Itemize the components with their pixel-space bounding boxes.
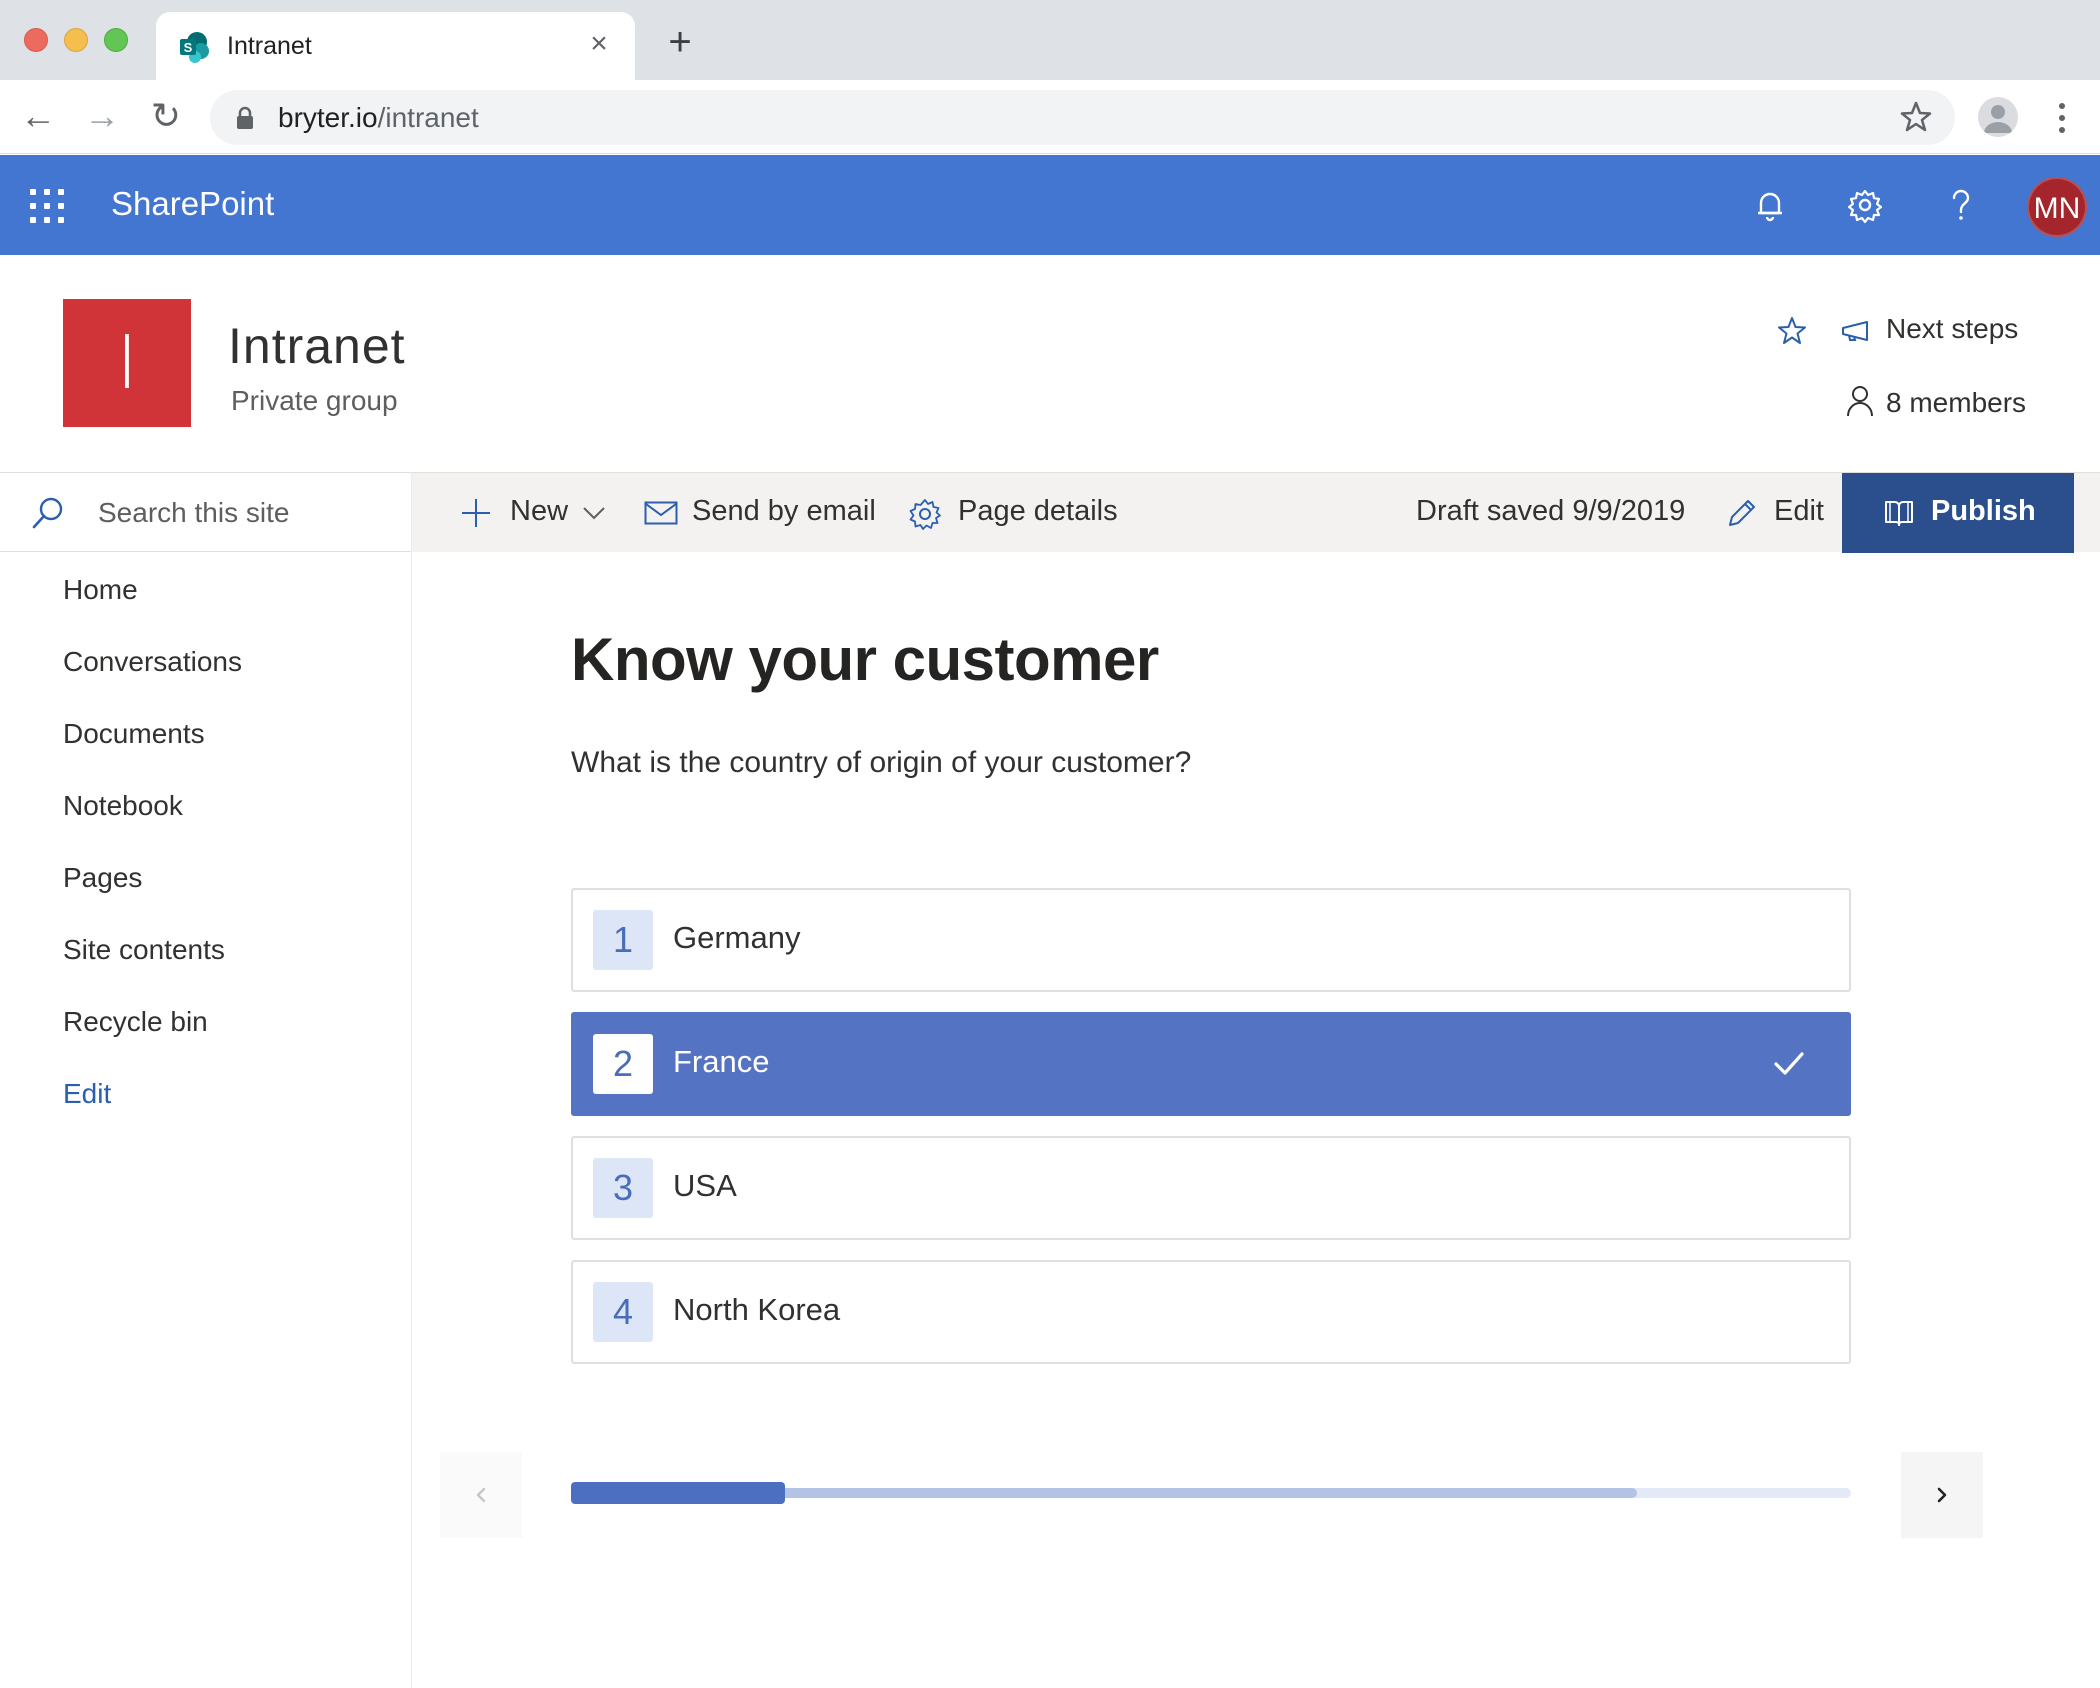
close-window-button[interactable] [24,28,48,52]
option-label: USA [673,1168,737,1203]
url-text: bryter.io/intranet [278,102,479,134]
left-navigation: Home Conversations Documents Notebook Pa… [0,472,412,1688]
edit-label: Edit [1774,495,1824,527]
app-brand[interactable]: SharePoint [111,185,274,223]
progress-bar [571,1482,1851,1504]
site-title[interactable]: Intranet [228,317,406,375]
site-privacy-label: Private group [231,385,398,416]
option-number: 4 [593,1282,653,1342]
search-input[interactable] [98,493,388,533]
browser-profile-icon[interactable] [1978,97,2018,137]
send-by-email-label: Send by email [692,495,876,527]
nav-item-documents[interactable]: Documents [63,714,242,786]
search-icon [32,497,63,529]
browser-toolbar: ← → ↻ bryter.io/intranet [0,80,2100,154]
page-details-label: Page details [958,495,1118,527]
draft-status: Draft saved 9/9/2019 [1416,495,1686,527]
next-button[interactable] [1901,1452,1983,1538]
megaphone-icon [1842,321,1868,341]
nav-item-site-contents[interactable]: Site contents [63,930,242,1002]
new-button[interactable]: New [460,473,610,553]
option-label: Germany [673,920,801,955]
new-label: New [510,495,569,527]
waffle-icon[interactable] [30,189,64,223]
command-bar: New Send by email Page details Draft sav… [412,472,2100,553]
help-icon[interactable] [1939,183,1983,227]
book-icon [1885,501,1913,526]
lock-icon [237,106,253,129]
page-details-button[interactable]: Page details [908,473,1128,553]
back-button[interactable]: ← [16,94,60,138]
person-icon [1847,386,1873,417]
option-number: 2 [593,1034,653,1094]
option-label: France [673,1044,770,1079]
forward-button[interactable]: → [80,94,124,138]
page-title: Know your customer [571,626,1159,693]
plus-icon [462,499,490,527]
previous-button[interactable] [440,1452,522,1538]
members-label: 8 members [1886,387,2027,418]
bookmark-star-icon[interactable] [1899,100,1933,134]
option-label: North Korea [673,1292,841,1327]
progress-fill [571,1482,785,1504]
maximize-window-button[interactable] [104,28,128,52]
question-text: What is the country of origin of your cu… [571,746,1192,779]
new-tab-button[interactable]: + [660,22,700,62]
browser-tab-strip: S Intranet × + [0,0,2100,80]
browser-menu-icon[interactable] [2050,98,2074,138]
follow-star-icon[interactable] [1776,315,1808,347]
edit-button[interactable]: Edit [1726,473,1836,553]
tab-close-icon[interactable]: × [581,26,617,62]
minimize-window-button[interactable] [64,28,88,52]
svg-text:S: S [184,40,193,55]
sharepoint-favicon-icon: S [180,32,209,63]
reload-button[interactable]: ↻ [144,94,188,138]
nav-item-notebook[interactable]: Notebook [63,786,242,858]
site-search-box[interactable] [0,472,411,552]
nav-edit-link[interactable]: Edit [63,1074,242,1146]
browser-tab[interactable]: S Intranet × [156,12,635,80]
url-path: /intranet [377,102,479,133]
mail-icon [644,501,678,525]
site-logo[interactable]: I [63,299,191,427]
answer-option-france[interactable]: 2 France [571,1012,1851,1116]
site-header: I Intranet Private group Next steps 8 me… [0,255,2100,472]
bell-icon[interactable] [1748,183,1792,227]
option-number: 1 [593,910,653,970]
suite-bar: SharePoint MN [0,155,2100,255]
send-by-email-button[interactable]: Send by email [644,473,884,553]
publish-button[interactable]: Publish [1842,473,2074,553]
option-number: 3 [593,1158,653,1218]
tab-title: Intranet [227,32,312,60]
answer-option-usa[interactable]: 3 USA [571,1136,1851,1240]
nav-item-home[interactable]: Home [63,570,242,642]
chevron-right-icon [1937,1487,1947,1503]
nav-item-recycle-bin[interactable]: Recycle bin [63,1002,242,1074]
nav-item-conversations[interactable]: Conversations [63,642,242,714]
nav-item-pages[interactable]: Pages [63,858,242,930]
answer-option-germany[interactable]: 1 Germany [571,888,1851,992]
publish-label: Publish [1931,495,2036,527]
gear-icon[interactable] [1843,183,1887,227]
checkmark-icon [1774,1052,1804,1075]
chevron-down-icon [583,507,605,520]
user-avatar[interactable]: MN [2027,177,2087,237]
nav-list: Home Conversations Documents Notebook Pa… [63,570,242,1146]
settings-gear-icon [909,499,941,530]
chevron-left-icon [476,1487,486,1503]
address-bar[interactable]: bryter.io/intranet [210,90,1955,145]
next-steps-label: Next steps [1886,313,2019,344]
pencil-icon [1729,500,1755,526]
answer-option-north-korea[interactable]: 4 North Korea [571,1260,1851,1364]
url-domain: bryter.io [278,102,378,133]
